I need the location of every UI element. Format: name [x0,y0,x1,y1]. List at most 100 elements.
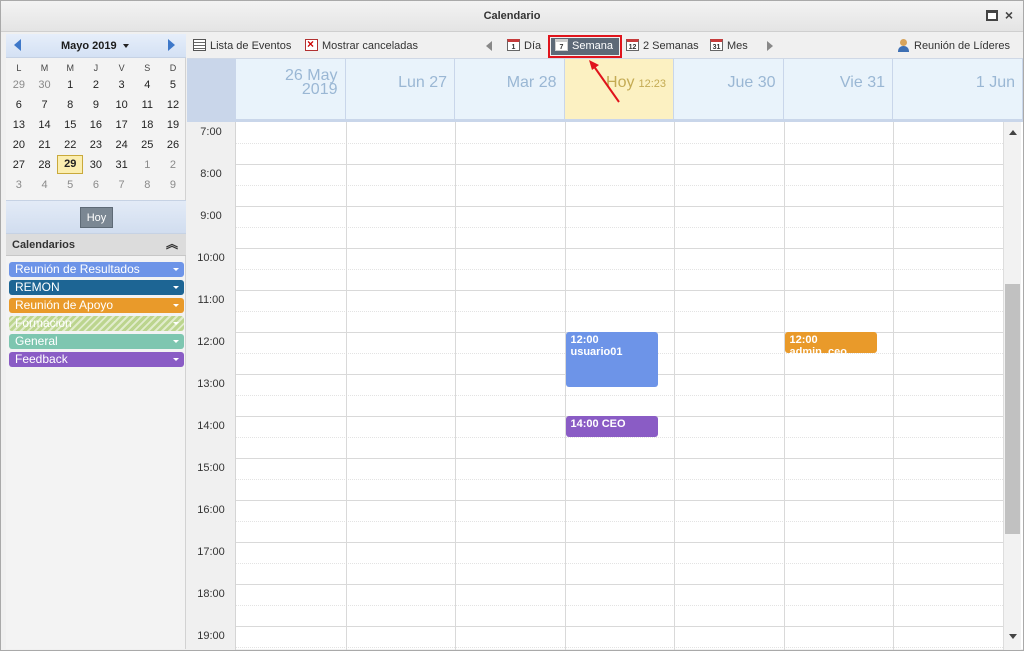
events-list-button[interactable]: Lista de Eventos [193,38,291,55]
prev-month-icon[interactable] [14,39,21,51]
close-icon[interactable]: × [1003,8,1015,22]
week-view: 26 May 2019 Lun 27 Mar 28 Hoy 12:23 Jue 30 Vie … [187,58,1023,650]
mini-calendar-day[interactable]: 9 [83,95,109,115]
mini-calendar-day[interactable]: 16 [83,115,109,135]
scroll-down-icon[interactable] [1009,634,1017,639]
mini-calendar-day[interactable]: 3 [109,75,135,95]
mini-calendar-day[interactable]: 1 [134,155,160,175]
mini-calendar-day[interactable]: 2 [83,75,109,95]
mini-calendar-day[interactable]: 26 [160,135,186,155]
time-label: 15:00 [197,462,225,474]
mini-calendar-day[interactable]: 25 [134,135,160,155]
mini-calendar-day[interactable]: 17 [109,115,135,135]
mini-calendar-day[interactable]: 8 [134,175,160,195]
chevron-down-icon[interactable] [173,304,179,307]
two-weeks-view-button[interactable]: 12 2 Semanas [626,38,699,55]
mini-calendar-day[interactable]: 5 [57,175,83,195]
mini-calendar-day[interactable]: 12 [160,95,186,115]
month-label: Mayo 2019 [61,40,117,52]
mini-calendar-day[interactable]: 3 [6,175,32,195]
calendar-item-label: Formación [15,316,72,330]
mini-calendar-day[interactable]: 27 [6,155,32,175]
mini-calendar-day[interactable]: 30 [32,75,58,95]
mini-calendar-day[interactable]: 6 [83,175,109,195]
next-period-icon[interactable] [767,41,773,51]
hour-line [236,290,1003,291]
collapse-icon[interactable]: ︽ [166,237,178,251]
mini-calendar-day[interactable]: 8 [57,95,83,115]
vertical-scrollbar[interactable] [1003,122,1021,650]
mini-calendar-day[interactable]: 21 [32,135,58,155]
mini-calendar-day[interactable]: 18 [134,115,160,135]
calendar-item-label: Reunión de Apoyo [15,298,114,312]
month-selector[interactable]: Mayo 2019 [61,40,129,52]
mini-calendar-day[interactable]: 20 [6,135,32,155]
mini-calendar-day[interactable]: 30 [83,155,109,175]
mini-calendar-day[interactable]: 9 [160,175,186,195]
calendar-item[interactable]: Reunión de Resultados [9,262,184,277]
calendar-event[interactable]: 12:00 usuario01 [565,332,658,387]
scroll-thumb[interactable] [1005,284,1020,534]
mini-calendar-day[interactable]: 10 [109,95,135,115]
prev-period-icon[interactable] [486,41,492,51]
month-view-label: Mes [727,40,748,52]
mini-calendar-day[interactable]: 7 [32,95,58,115]
hour-line [236,542,1003,543]
mini-calendar-day[interactable]: 5 [160,75,186,95]
mini-calendar-day[interactable]: 4 [32,175,58,195]
toolbar: Lista de Eventos Mostrar canceladas 1 Día… [187,34,1023,58]
time-label: 12:00 [197,336,225,348]
calendar-event[interactable]: 12:00 admin_ceo [784,332,877,358]
day-view-button[interactable]: 1 Día [507,38,541,55]
chevron-down-icon[interactable] [173,322,179,325]
calendar-event[interactable]: 14:00 CEO [565,416,658,437]
day-header[interactable]: 26 May 2019 [236,59,346,119]
month-view-button[interactable]: 31 Mes [710,38,748,55]
calendar-item[interactable]: REMON [9,280,184,295]
mini-calendar-day[interactable]: 19 [160,115,186,135]
today-button[interactable]: Hoy [80,207,113,228]
mini-calendar-day[interactable]: 7 [109,175,135,195]
mini-calendar-day[interactable]: 31 [109,155,135,175]
mini-calendar-day[interactable]: 2 [160,155,186,175]
weekday-label: M [40,63,49,73]
calendar-day-icon: 1 [507,39,520,51]
mini-calendar-day[interactable]: 28 [32,155,58,175]
chevron-down-icon[interactable] [173,268,179,271]
time-grid[interactable]: 7:00 8:00 9:00 10:00 11:00 12:00 13:00 14:00 15:… [187,122,1003,650]
chevron-down-icon[interactable] [173,340,179,343]
day-header[interactable]: Jue 30 [674,59,784,119]
day-header[interactable]: Mar 28 [455,59,565,119]
mini-calendar-day[interactable]: 29 [6,75,32,95]
day-header[interactable]: 1 Jun [893,59,1023,119]
mini-calendar-day[interactable]: 4 [134,75,160,95]
week-view-button[interactable]: 7 Semana [548,35,622,58]
chevron-down-icon[interactable] [173,358,179,361]
mini-calendar-day[interactable]: 1 [57,75,83,95]
next-month-icon[interactable] [168,39,175,51]
show-cancelled-button[interactable]: Mostrar canceladas [305,36,418,55]
mini-calendar-week: 13 14 15 16 17 18 19 [6,115,186,135]
calendar-item[interactable]: Formación [9,316,184,331]
maximize-icon[interactable] [986,10,998,21]
meeting-button[interactable]: Reunión de Líderes [897,38,1010,55]
mini-calendar-day[interactable]: 15 [57,115,83,135]
time-label: 9:00 [200,210,222,222]
calendar-item[interactable]: General [9,334,184,349]
calendar-item[interactable]: Feedback [9,352,184,367]
mini-calendar-day[interactable]: 11 [134,95,160,115]
chevron-down-icon[interactable] [173,286,179,289]
mini-calendar-day[interactable]: 13 [6,115,32,135]
mini-calendar-day[interactable]: 14 [32,115,58,135]
mini-calendar-day[interactable]: 22 [57,135,83,155]
mini-calendar-day[interactable]: 24 [109,135,135,155]
mini-calendar-today[interactable]: 29 [57,155,84,174]
mini-calendar-day[interactable]: 6 [6,95,32,115]
scroll-up-icon[interactable] [1009,130,1017,135]
mini-calendar-day[interactable]: 23 [83,135,109,155]
day-header[interactable]: Vie 31 [783,59,893,119]
event-label: 12:00 admin_ceo [789,334,847,358]
calendar-item-label: Reunión de Resultados [15,262,140,276]
calendar-item[interactable]: Reunión de Apoyo [9,298,184,313]
day-header[interactable]: Lun 27 [345,59,455,119]
